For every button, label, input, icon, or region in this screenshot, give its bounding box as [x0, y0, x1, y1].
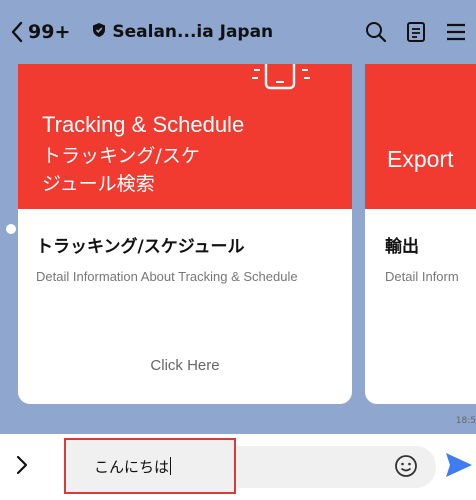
- shield-icon: [92, 22, 106, 43]
- unread-count: 99+: [28, 21, 71, 43]
- banner-title-jp: トラッキング/スケ ジュール検索: [42, 142, 200, 198]
- banner-title-jp-line2: ジュール検索: [42, 173, 155, 195]
- banner-title-en: Export: [387, 146, 454, 172]
- chat-name: Sealan...ia Japan: [112, 22, 274, 42]
- click-here-link[interactable]: Click Here: [18, 357, 352, 374]
- chevron-right-icon: [16, 455, 28, 479]
- card-title: 輸出: [385, 237, 419, 257]
- chevron-left-icon: [10, 21, 24, 43]
- phone-icon: [240, 64, 320, 100]
- menu-icon[interactable]: [436, 12, 476, 52]
- send-icon[interactable]: [444, 450, 474, 484]
- card-banner: Export: [365, 64, 476, 209]
- notes-icon[interactable]: [396, 12, 436, 52]
- message-input-bar: こんにちは: [0, 434, 476, 500]
- back-button[interactable]: 99+: [10, 21, 70, 43]
- message-timestamp: 18:5: [455, 416, 476, 426]
- banner-title-en: Tracking & Schedule: [42, 112, 245, 137]
- chat-header: 99+ Sealan...ia Japan: [0, 0, 476, 64]
- card-description: Detail Information About Tracking & Sche…: [36, 269, 298, 284]
- emoji-icon[interactable]: [394, 454, 418, 482]
- expand-button[interactable]: [0, 434, 44, 500]
- rich-message-carousel[interactable]: Tracking & Schedule トラッキング/スケ ジュール検索 トラッ…: [0, 64, 476, 434]
- chat-title[interactable]: Sealan...ia Japan: [92, 22, 273, 43]
- search-icon[interactable]: [356, 12, 396, 52]
- banner-title-jp-line1: トラッキング/スケ: [42, 145, 200, 167]
- carousel-card-tracking[interactable]: Tracking & Schedule トラッキング/スケ ジュール検索 トラッ…: [18, 64, 352, 404]
- message-input[interactable]: こんにちは: [64, 438, 236, 494]
- header-actions: [356, 0, 476, 64]
- carousel-edge: [6, 224, 16, 234]
- card-description: Detail Inform: [385, 269, 459, 284]
- text-caret: [170, 457, 172, 475]
- message-input-text: こんにちは: [94, 457, 170, 476]
- card-title: トラッキング/スケジュール: [36, 237, 245, 257]
- card-banner: Tracking & Schedule トラッキング/スケ ジュール検索: [18, 64, 352, 209]
- carousel-card-export[interactable]: Export 輸出 Detail Inform: [365, 64, 476, 404]
